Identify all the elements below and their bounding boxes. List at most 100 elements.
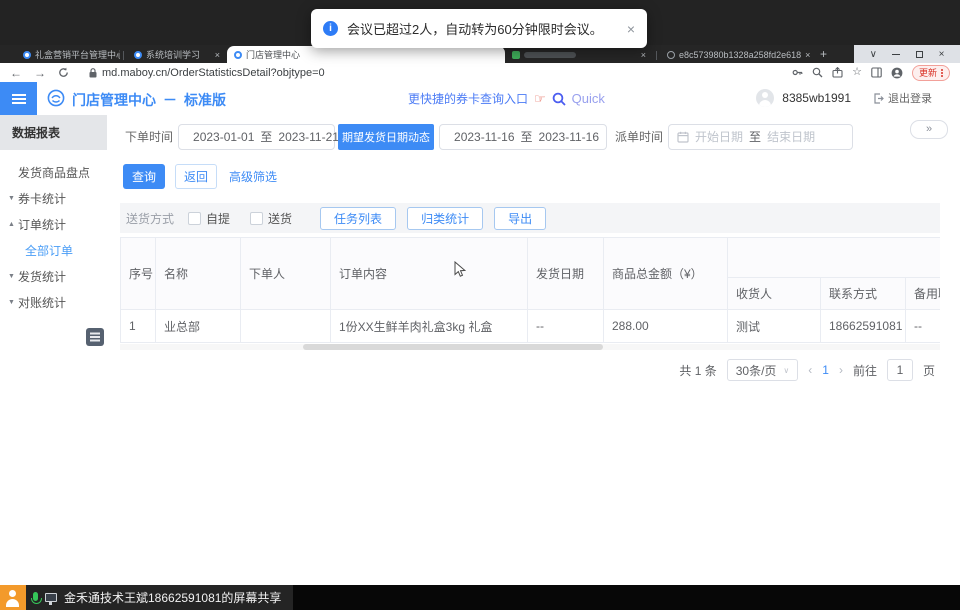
tab-gift-platform[interactable]: 礼盒营销平台管理中心 × [16,46,120,63]
sidebar-item-all-orders-active[interactable]: 全部订单 [0,237,107,263]
tab-label: 门店管理中心 [246,48,300,61]
tab-close-icon[interactable]: × [805,50,810,60]
prev-page-button[interactable]: ‹ [808,363,812,377]
action-buttons: 查询 返回 高级筛选 [123,164,277,189]
new-tab-button[interactable]: + [820,47,827,61]
toast-close-icon[interactable]: × [627,22,635,36]
chevron-up-icon: ▲ [8,221,15,228]
sidebar-toggle-button[interactable] [0,82,37,115]
sidebar-item-coupon-stats[interactable]: ▼ 券卡统计 [0,185,107,211]
favicon-blue-icon [23,51,31,59]
category-stats-button[interactable]: 归类统计 [407,207,483,230]
scrollbar-thumb[interactable] [303,344,603,350]
side-panel-icon[interactable] [871,67,882,78]
favicon-blue-icon [234,51,242,59]
back-icon[interactable]: ← [10,67,22,79]
bookmark-star-icon[interactable]: ☆ [852,67,862,78]
sidebar-item-reconciliation-stats[interactable]: ▼ 对账统计 [0,289,107,315]
chevron-down-icon: ▼ [8,299,15,306]
delivery-mode-label: 送货方式 [126,210,174,227]
cell-ship-date: -- [528,310,604,343]
sidebar-item-label: 订单统计 [18,216,66,233]
logout-label: 退出登录 [888,90,932,106]
sidebar-item-shipping-stats[interactable]: ▼ 发货统计 [0,263,107,289]
page-number-1[interactable]: 1 [822,363,829,377]
task-list-button[interactable]: 任务列表 [320,207,396,230]
sidebar-menu: 发货商品盘点 ▼ 券卡统计 ▲ 订单统计 全部订单 ▼ [0,150,107,315]
expand-filters-button[interactable]: » [910,120,948,139]
cell-receiver: 测试 [728,310,821,343]
logout-icon [873,93,884,104]
avatar[interactable] [756,89,774,107]
range-separator: 至 [749,128,761,145]
goto-page-input[interactable] [887,359,913,381]
key-icon[interactable] [792,67,803,78]
tab-separator [656,51,657,60]
expected-date-range-input[interactable]: 2023-11-16 至 2023-11-16 [439,124,607,150]
sidebar-collapse-handle[interactable] [86,328,104,346]
next-page-button[interactable]: › [839,363,843,377]
page-size-select[interactable]: 30条/页 ∨ [727,359,799,381]
chrome-update-button[interactable]: 更新 [912,65,950,81]
dispatch-date-range-input[interactable]: 开始日期 至 结束日期 [668,124,853,150]
tab-store-center-active[interactable]: 门店管理中心 [227,46,505,63]
sidebar-item-shipment-inventory[interactable]: 发货商品盘点 [0,159,107,185]
pickup-checkbox[interactable] [188,212,201,225]
screen-share-icon [45,593,57,602]
user-area: 8385wb1991 退出登录 [756,89,932,107]
end-date: 2023-11-21 [278,130,339,144]
quick-search-icon[interactable] [552,92,566,106]
tab-label: 礼盒营销平台管理中心 [35,48,120,61]
advanced-filter-link[interactable]: 高级筛选 [229,168,277,185]
favicon-green-icon [512,51,520,59]
total-count: 共 1 条 [679,362,716,379]
order-date-range-input[interactable]: 2023-01-01 至 2023-11-21 [178,124,335,150]
tab-close-icon[interactable]: × [641,50,646,60]
chevron-down-icon: ∨ [783,366,789,375]
menu-dots-icon [941,72,943,74]
tab-hash-url[interactable]: e8c573980b1328a258fd2e618 × [660,46,810,63]
collapse-lines-icon [90,336,100,338]
export-button[interactable]: 导出 [494,207,546,230]
tab-obscured[interactable]: × [505,46,653,63]
sidebar-section-title: 数据报表 [0,115,107,150]
store-management-app: 门店管理中心 － 标准版 更快捷的券卡查询入口 ☞ Quick 8385wb19… [0,82,960,585]
query-button[interactable]: 查询 [123,164,165,189]
sidebar-item-order-stats[interactable]: ▲ 订单统计 [0,211,107,237]
delivery-label: 送货 [268,210,292,227]
address-bar-actions: ☆ 更新 [792,65,950,81]
delivery-checkbox[interactable] [250,212,263,225]
url-field[interactable]: md.maboy.cn/OrderStatisticsDetail?objtyp… [89,67,792,79]
zoom-icon[interactable] [812,67,823,78]
horizontal-scrollbar [120,344,940,350]
cell-name: 业总部 [156,310,241,343]
page-unit-label: 页 [923,362,935,379]
reload-icon[interactable] [58,67,69,78]
filter-row: 下单时间 2023-01-01 至 2023-11-21 期望发货日期动态 [125,123,853,150]
tab-close-icon[interactable]: × [215,50,220,60]
tab-training[interactable]: 系统培训学习 × [127,46,227,63]
window-close-icon[interactable]: × [939,49,945,60]
expected-ship-date-tag[interactable]: 期望发货日期动态 [338,124,434,150]
quick-entry-area: 更快捷的券卡查询入口 ☞ Quick [408,90,605,107]
list-toolbar: 送货方式 自提 送货 任务列表 归类统计 导出 [120,203,940,233]
col-header-amount: 商品总金额（¥） [604,238,728,310]
coupon-query-entry-link[interactable]: 更快捷的券卡查询入口 [408,90,528,107]
app-logo-icon [47,89,65,107]
forward-icon[interactable]: → [34,67,46,79]
quick-label[interactable]: Quick [572,91,605,106]
tab-search-chevron-icon[interactable]: ∨ [870,49,877,60]
maximize-icon[interactable] [916,51,923,58]
tab-label: 系统培训学习 [146,48,200,61]
window-caption-controls: ∨ × [854,45,960,63]
start-date: 2023-11-16 [454,130,515,144]
goto-label: 前往 [853,362,877,379]
col-header-name: 名称 [156,238,241,310]
minimize-icon[interactable] [892,54,900,55]
profile-icon[interactable] [891,67,903,79]
col-header-content: 订单内容 [331,238,528,310]
start-date-placeholder: 开始日期 [695,128,743,145]
logout-button[interactable]: 退出登录 [873,90,932,106]
share-icon[interactable] [832,67,843,78]
back-button[interactable]: 返回 [175,164,217,189]
